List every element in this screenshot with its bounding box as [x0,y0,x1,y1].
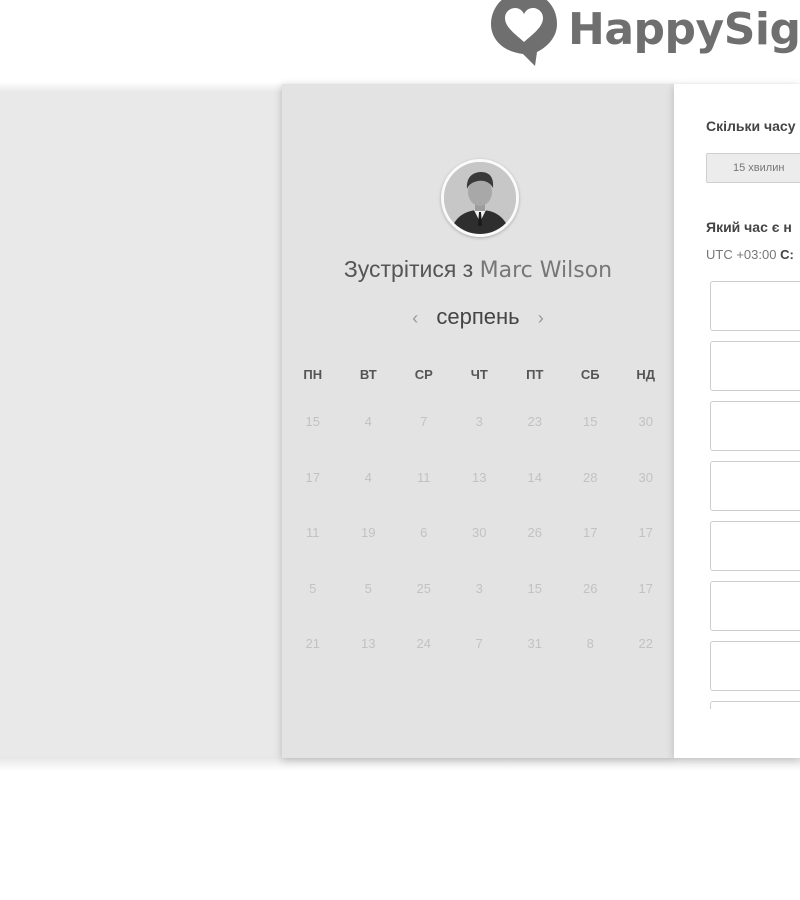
heart-speech-bubble-icon [491,0,557,66]
person-avatar-icon [444,162,516,234]
week-row: 21 13 24 7 31 8 22 [285,616,674,672]
week-row: 17 4 11 13 14 28 30 [285,450,674,506]
meeting-title-prefix: Зустрітися з [343,256,474,282]
calendar-day: 4 [364,469,372,485]
calendar-day: 28 [583,469,598,485]
time-slot-button[interactable] [710,281,800,331]
calendar-day: 5 [309,580,317,596]
time-slot-button[interactable] [710,461,800,511]
calendar-day: 15 [583,414,598,430]
duration-question: Скільки часу [706,118,796,134]
time-slot-list [710,281,800,709]
timezone-offset: UTC +03:00 [706,247,777,262]
calendar-day: 11 [417,469,431,485]
time-slot-button[interactable] [710,641,800,691]
calendar-day: 30 [472,525,487,541]
calendar-day: 23 [527,414,542,430]
time-slot-button[interactable] [710,701,800,709]
weekday-label: ПТ [526,366,544,382]
calendar-day: 7 [420,414,428,430]
timezone-label[interactable]: UTC +03:00 C: [706,247,794,262]
timezone-city: C: [780,247,794,262]
meeting-title: Зустрітися з Marc Wilson [282,256,674,283]
chevron-left-icon[interactable]: ‹ [400,308,430,329]
host-name: Marc Wilson [479,258,613,283]
calendar-day: 13 [361,636,376,652]
chevron-right-icon[interactable]: › [526,308,556,329]
weekday-label: СБ [580,366,600,382]
calendar-day: 14 [527,469,542,485]
calendar-day: 15 [305,414,320,430]
band-bottom-fade [0,757,800,771]
calendar-day: 19 [361,525,376,541]
host-avatar [441,159,519,237]
time-question: Який час є н [706,219,792,235]
logo-text: HappySign [568,4,800,55]
calendar-day: 4 [364,414,372,430]
calendar-day: 3 [475,580,483,596]
calendar-day: 5 [364,580,372,596]
calendar-day: 8 [586,636,594,652]
calendar-day: 7 [475,636,483,652]
calendar-day: 26 [583,580,598,596]
calendar-day: 15 [527,580,542,596]
weekday-label: ЧТ [470,366,488,382]
calendar-day: 17 [638,580,653,596]
calendar-day: 24 [416,636,431,652]
time-slot-button[interactable] [710,521,800,571]
calendar-day: 17 [638,525,653,541]
calendar-day: 17 [583,525,598,541]
weekday-label: ПН [303,366,323,382]
calendar-grid: ПН ВТ СР ЧТ ПТ СБ НД 15 4 7 3 23 15 30 1… [285,354,674,672]
calendar-day: 6 [420,525,428,541]
weekday-label: ВТ [359,366,377,382]
calendar-day: 31 [527,636,542,652]
calendar-day: 30 [638,469,653,485]
calendar-day: 22 [638,636,653,652]
calendar-day: 26 [527,525,542,541]
calendar-day: 13 [472,469,487,485]
header: HappySign [0,0,800,80]
calendar-day: 3 [475,414,483,430]
calendar-day: 21 [305,636,320,652]
month-label: серпень [436,304,520,329]
calendar-day: 17 [305,469,320,485]
calendar-day: 11 [306,525,320,541]
weekday-header-row: ПН ВТ СР ЧТ ПТ СБ НД [285,354,674,394]
week-row: 11 19 6 30 26 17 17 [285,505,674,561]
weekday-label: СР [414,366,433,382]
week-row: 15 4 7 3 23 15 30 [285,394,674,450]
calendar-day: 30 [638,414,653,430]
month-navigation: ‹ серпень › [282,304,674,330]
week-row: 5 5 25 3 15 26 17 [285,561,674,617]
weekday-label: НД [636,366,656,382]
booking-panel: Скільки часу 15 хвилин Який час є н UTC … [674,84,800,758]
calendar-day: 25 [416,580,431,596]
calendar-panel: Зустрітися з Marc Wilson ‹ серпень › ПН … [282,84,674,758]
time-slot-button[interactable] [710,581,800,631]
duration-option-button[interactable]: 15 хвилин [706,153,800,183]
time-slot-button[interactable] [710,401,800,451]
time-slot-button[interactable] [710,341,800,391]
